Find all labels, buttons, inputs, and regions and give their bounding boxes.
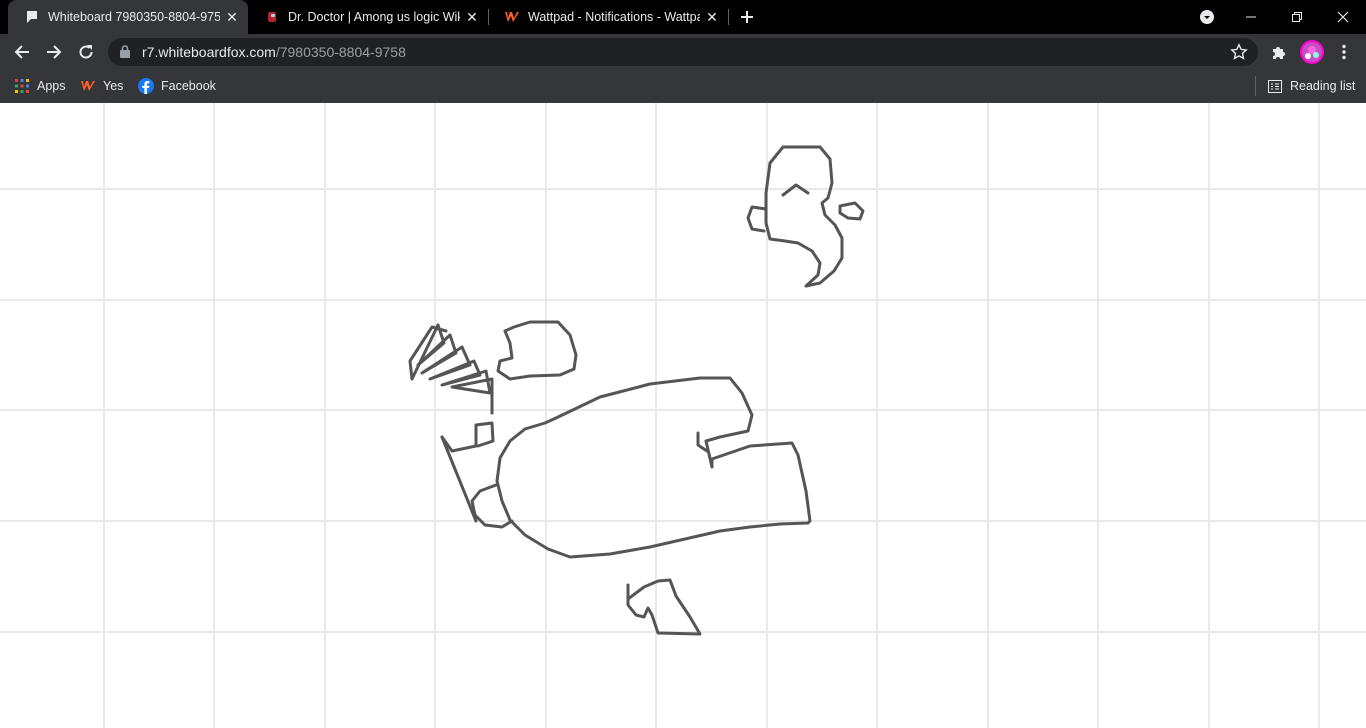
address-bar[interactable]: r7.whiteboardfox.com/7980350-8804-9758 <box>108 38 1258 66</box>
bookmark-label: Yes <box>103 79 124 93</box>
wattpad-icon <box>504 9 520 25</box>
ink-ghost-head <box>764 145 844 288</box>
tab-wiki[interactable]: Dr. Doctor | Among us logic Wiki ✕ <box>248 0 488 34</box>
tab-title: Dr. Doctor | Among us logic Wiki <box>288 10 460 24</box>
tab-whiteboard[interactable]: Whiteboard 7980350-8804-9758 ✕ <box>8 0 248 34</box>
extensions-button[interactable] <box>1265 38 1293 66</box>
tab-wattpad[interactable]: Wattpad - Notifications - Wattpad ✕ <box>488 0 728 34</box>
tab-strip: Whiteboard 7980350-8804-9758 ✕ Dr. Docto… <box>0 0 1366 34</box>
back-button[interactable] <box>8 38 36 66</box>
chevron-down-circle-icon <box>1200 10 1214 24</box>
ink-ghost-ear-right <box>838 201 865 221</box>
whiteboard-canvas[interactable] <box>0 103 1366 728</box>
forward-button[interactable] <box>40 38 68 66</box>
reading-list-button[interactable]: Reading list <box>1267 76 1355 96</box>
reading-list-icon <box>1267 78 1283 94</box>
lock-icon <box>120 45 130 63</box>
bookmark-apps[interactable]: Apps <box>14 76 66 96</box>
bookmarks-divider <box>1255 76 1256 96</box>
url-path: /7980350-8804-9758 <box>275 44 406 60</box>
ink-cloud <box>496 320 578 381</box>
reload-icon <box>79 45 93 59</box>
bookmark-label: Facebook <box>161 79 216 93</box>
ink-ghost-ear-left <box>746 205 768 233</box>
bookmark-star-icon[interactable] <box>1230 43 1248 66</box>
tab-divider <box>728 9 729 25</box>
reload-button[interactable] <box>72 38 100 66</box>
whiteboard-icon <box>24 9 40 25</box>
apps-grid-icon <box>14 78 30 94</box>
close-window-button[interactable] <box>1320 0 1366 34</box>
restore-button[interactable] <box>1274 0 1320 34</box>
ink-body <box>495 376 812 559</box>
profile-avatar[interactable] <box>1300 40 1324 64</box>
browser-toolbar: r7.whiteboardfox.com/7980350-8804-9758 <box>0 34 1366 70</box>
bookmark-facebook[interactable]: Facebook <box>138 76 216 96</box>
whiteboard-drawing[interactable] <box>0 103 1366 728</box>
more-vert-icon <box>1342 44 1346 60</box>
plus-icon <box>741 11 753 23</box>
tab-title: Whiteboard 7980350-8804-9758 <box>48 10 220 24</box>
url-text: r7.whiteboardfox.com/7980350-8804-9758 <box>142 44 406 60</box>
ink-scribble <box>408 323 494 415</box>
minimize-button[interactable] <box>1228 0 1274 34</box>
ink-strokes <box>408 145 865 636</box>
close-icon <box>1337 11 1349 23</box>
wattpad-icon <box>80 78 96 94</box>
arrow-right-icon <box>47 45 62 59</box>
ink-stick-handle <box>440 421 495 453</box>
bookmarks-bar: Apps Yes Facebook Reading list <box>0 70 1366 103</box>
minimize-icon <box>1246 16 1256 18</box>
puzzle-icon <box>1273 47 1285 59</box>
close-tab-icon[interactable]: ✕ <box>220 5 244 29</box>
ink-foot <box>626 578 702 636</box>
facebook-icon <box>138 78 154 94</box>
bookmark-yes[interactable]: Yes <box>80 76 123 96</box>
close-tab-icon[interactable]: ✕ <box>460 5 484 29</box>
tab-title: Wattpad - Notifications - Wattpad <box>528 10 700 24</box>
new-tab-button[interactable] <box>735 5 759 29</box>
wiki-icon <box>264 9 280 25</box>
reading-list-label: Reading list <box>1290 79 1356 93</box>
url-domain: r7.whiteboardfox.com <box>142 44 276 60</box>
tab-search-button[interactable] <box>1184 0 1230 34</box>
close-tab-icon[interactable]: ✕ <box>700 5 724 29</box>
restore-icon <box>1292 12 1302 22</box>
bookmark-label: Apps <box>37 79 66 93</box>
menu-button[interactable] <box>1330 38 1358 66</box>
arrow-left-icon <box>14 45 29 59</box>
